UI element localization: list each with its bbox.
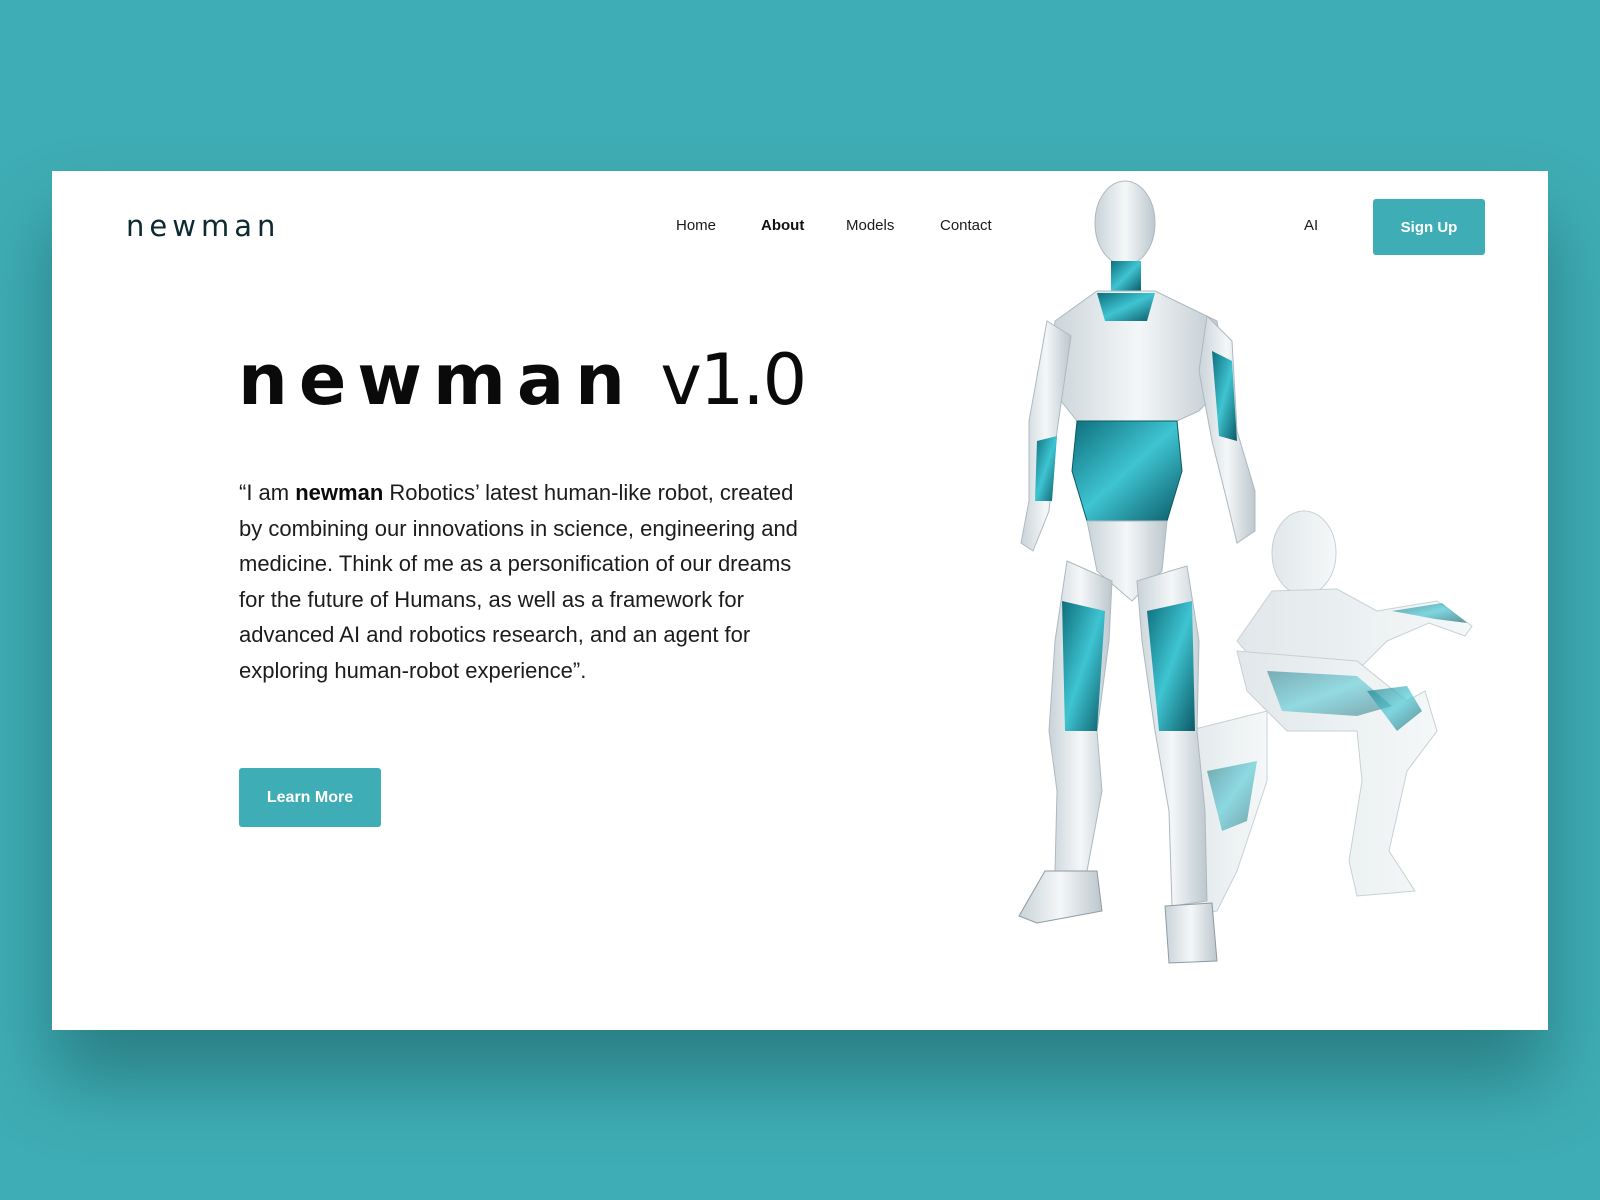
nav-about[interactable]: About — [761, 217, 804, 234]
crouching-robot — [1181, 510, 1473, 917]
hero-description-brand: newman — [295, 480, 384, 505]
hero-title-brand: newman — [238, 339, 636, 421]
hero-description-rest: Robotics’ latest human-like robot, creat… — [239, 480, 798, 683]
nav-models[interactable]: Models — [846, 217, 894, 234]
hero-description-open: “I am — [239, 480, 296, 505]
robots-image — [937, 171, 1497, 1030]
nav-home[interactable]: Home — [676, 217, 716, 234]
learn-more-button[interactable]: Learn More — [239, 768, 381, 827]
robots-illustration — [1018, 180, 1473, 964]
landing-card: newman Home About Models Contact AI Sign… — [52, 171, 1548, 1030]
hero-title-version: v1.0 — [660, 339, 807, 421]
hero-description: “I am newman Robotics’ latest human-like… — [239, 475, 809, 689]
logo[interactable]: newman — [126, 209, 280, 243]
hero-title: newman v1.0 — [238, 339, 807, 421]
